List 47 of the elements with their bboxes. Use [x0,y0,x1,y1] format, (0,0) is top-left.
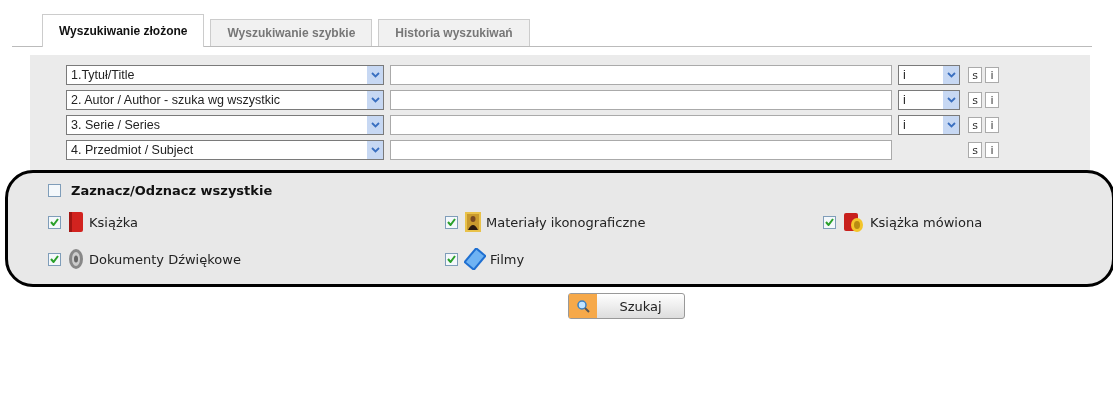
operator-select[interactable]: i [898,115,960,135]
search-icon [576,299,591,313]
tab[interactable]: Wyszukiwanie złożone [42,14,205,47]
media-type-label: Filmy [490,251,525,267]
small-button[interactable]: s [968,67,982,83]
checkbox[interactable] [823,215,836,229]
painting-icon [464,211,482,233]
search-input-field[interactable] [390,90,892,110]
search-input-field[interactable] [390,140,892,160]
tab[interactable]: Wyszukiwanie szybkie [210,19,373,46]
small-button[interactable]: s [968,142,982,158]
checkbox[interactable] [445,215,458,229]
caret-icon[interactable] [367,141,383,159]
small-button[interactable]: i [985,142,999,158]
speaker-icon [67,248,85,270]
checkbox[interactable] [48,252,61,266]
caret-icon[interactable] [367,91,383,109]
operator-select[interactable]: i [898,90,960,110]
media-type-label: Książka mówiona [870,214,983,230]
select-all-label: Zaznacz/Odznacz wszystkie [71,183,273,198]
search-input-field[interactable] [390,65,892,85]
checkbox[interactable] [48,215,61,229]
tab[interactable]: Historia wyszukiwań [378,19,530,46]
field-select[interactable]: 2. Autor / Author - szuka wg wszystkic [66,90,384,110]
media-type-label: Dokumenty Dźwiękowe [89,251,241,267]
search-button[interactable]: Szukaj [568,293,685,319]
small-button[interactable]: i [985,67,999,83]
small-button[interactable]: s [968,117,982,133]
caret-icon[interactable] [367,66,383,84]
search-input-field[interactable] [390,115,892,135]
small-button[interactable]: i [985,117,999,133]
caret-icon[interactable] [943,116,959,134]
book-icon [67,210,85,234]
operator-select[interactable]: i [898,65,960,85]
caret-icon[interactable] [367,116,383,134]
media-type-label: Materiały ikonograficzne [486,214,646,230]
field-select[interactable]: 3. Serie / Series [66,115,384,135]
caret-icon[interactable] [943,91,959,109]
small-button[interactable]: s [968,92,982,108]
field-select[interactable]: 4. Przedmiot / Subject [66,140,384,160]
media-type-label: Książka [89,214,138,230]
caret-icon[interactable] [943,66,959,84]
audiobook-icon [842,210,866,234]
small-button[interactable]: i [985,92,999,108]
field-select[interactable]: 1.Tytuł/Title [66,65,384,85]
checkbox[interactable] [445,252,458,266]
checkbox[interactable] [48,184,61,197]
